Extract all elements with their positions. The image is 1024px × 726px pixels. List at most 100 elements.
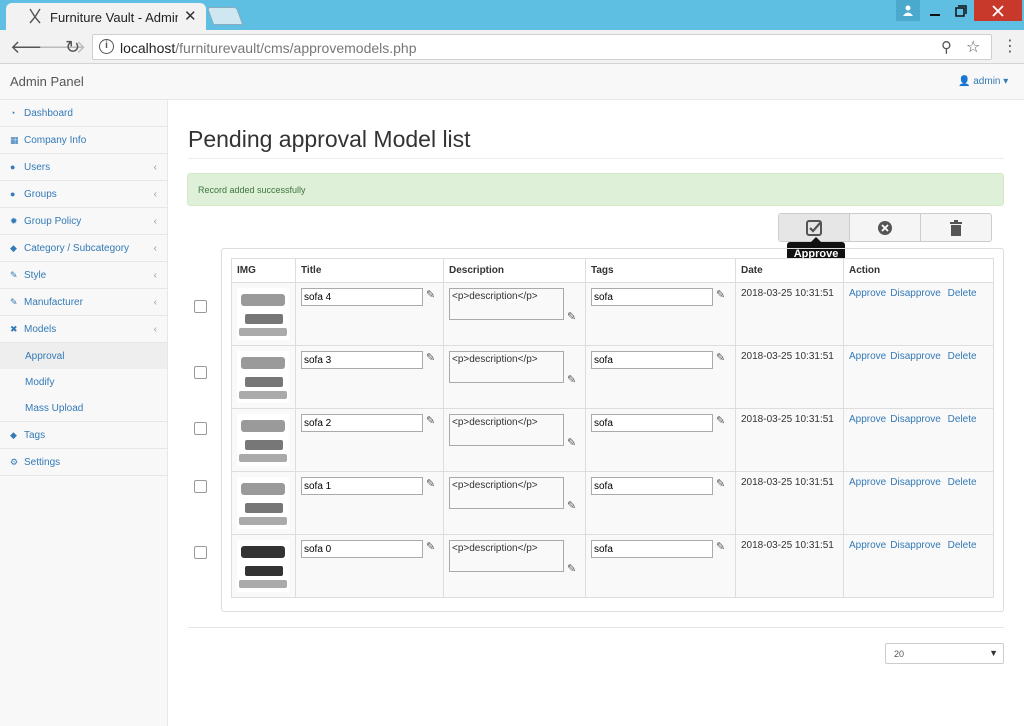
sidebar-subitem-approval[interactable]: Approval <box>0 343 167 369</box>
sidebar-item-models[interactable]: ✖ Models ‹ <box>0 316 167 343</box>
title-input[interactable] <box>301 477 423 495</box>
row-checkbox[interactable] <box>194 300 207 313</box>
sidebar-item-dashboard[interactable]: ◔ Dashboard <box>0 100 167 127</box>
tags-input[interactable] <box>591 414 713 432</box>
delete-link[interactable]: Delete <box>948 351 977 362</box>
sidebar-item-label: Users <box>24 161 51 173</box>
new-tab-button[interactable] <box>206 7 244 25</box>
disapprove-link[interactable]: Disapprove <box>890 540 941 551</box>
description-textarea[interactable]: <p>description</p> <box>449 288 564 320</box>
page-title: Pending approval Model list <box>188 126 471 152</box>
restore-icon[interactable] <box>948 0 974 21</box>
row-checkbox[interactable] <box>194 422 207 435</box>
sidebar-item-groups[interactable]: ● Groups ‹ <box>0 181 167 208</box>
edit-icon[interactable]: ✎ <box>567 310 576 323</box>
model-thumbnail[interactable] <box>237 477 289 529</box>
title-input[interactable] <box>301 414 423 432</box>
description-cell: <p>description</p> ✎ <box>443 345 586 409</box>
browser-toolbar: 🡐 🡒 ↻ i localhost/furniturevault/cms/app… <box>0 30 1024 64</box>
browser-tab[interactable]: Furniture Vault - Admin P ✕ <box>6 3 206 30</box>
row-checkbox[interactable] <box>194 546 207 559</box>
sidebar-subitem-mass-upload[interactable]: Mass Upload <box>0 395 167 421</box>
tags-input[interactable] <box>591 351 713 369</box>
approve-link[interactable]: Approve <box>849 540 886 551</box>
delete-link[interactable]: Delete <box>948 288 977 299</box>
browser-menu-icon[interactable]: ⋮ <box>1002 36 1018 56</box>
description-textarea[interactable]: <p>description</p> <box>449 540 564 572</box>
brand-title[interactable]: Admin Panel <box>10 74 84 89</box>
chevron-left-icon: ‹ <box>153 296 157 308</box>
tab-close-icon[interactable]: ✕ <box>184 7 197 25</box>
model-thumbnail[interactable] <box>237 414 289 466</box>
edit-icon[interactable]: ✎ <box>567 436 576 449</box>
sidebar-item-company-info[interactable]: ▦ Company Info <box>0 127 167 154</box>
model-thumbnail[interactable] <box>237 540 289 592</box>
disapprove-link[interactable]: Disapprove <box>890 351 941 362</box>
tags-cell: ✎ <box>585 408 736 472</box>
title-input[interactable] <box>301 351 423 369</box>
address-bar[interactable]: i localhost/furniturevault/cms/approvemo… <box>92 34 992 60</box>
edit-icon[interactable]: ✎ <box>716 351 725 364</box>
approve-link[interactable]: Approve <box>849 351 886 362</box>
site-info-icon[interactable]: i <box>99 39 114 54</box>
description-textarea[interactable]: <p>description</p> <box>449 351 564 383</box>
sidebar-item-group-policy[interactable]: ✹ Group Policy ‹ <box>0 208 167 235</box>
sidebar-item-users[interactable]: ● Users ‹ <box>0 154 167 181</box>
bottom-divider <box>188 627 1004 628</box>
row-checkbox[interactable] <box>194 366 207 379</box>
delete-link[interactable]: Delete <box>948 540 977 551</box>
zoom-icon[interactable]: ⚲ <box>941 38 952 56</box>
model-thumbnail[interactable] <box>237 288 289 340</box>
edit-icon[interactable]: ✎ <box>567 562 576 575</box>
sidebar-item-manufacturer[interactable]: ✎ Manufacturer ‹ <box>0 289 167 316</box>
delete-link[interactable]: Delete <box>948 414 977 425</box>
sidebar-item-style[interactable]: ✎ Style ‹ <box>0 262 167 289</box>
sidebar-item-category-subcategory[interactable]: ◆ Category / Subcategory ‹ <box>0 235 167 262</box>
sidebar-item-tags[interactable]: ◆ Tags <box>0 422 167 449</box>
edit-icon[interactable]: ✎ <box>567 499 576 512</box>
sidebar-subitem-modify[interactable]: Modify <box>0 369 167 395</box>
edit-icon[interactable]: ✎ <box>716 414 725 427</box>
user-menu[interactable]: 👤 admin ▾ <box>958 76 1008 87</box>
tags-input[interactable] <box>591 288 713 306</box>
app-header: Admin Panel 👤 admin ▾ <box>0 64 1024 100</box>
table-row: ✎<p>description</p>✎✎2018-03-25 10:31:51… <box>231 345 994 409</box>
approve-link[interactable]: Approve <box>849 477 886 488</box>
bookmark-star-icon[interactable]: ☆ <box>966 37 980 57</box>
minimize-icon[interactable] <box>922 0 948 21</box>
disapprove-link[interactable]: Disapprove <box>890 477 941 488</box>
profile-icon[interactable] <box>896 0 920 21</box>
title-input[interactable] <box>301 540 423 558</box>
bulk-delete-button[interactable] <box>921 214 991 241</box>
description-textarea[interactable]: <p>description</p> <box>449 414 564 446</box>
window-close-icon[interactable] <box>974 0 1022 21</box>
sidebar-item-settings[interactable]: ⚙ Settings <box>0 449 167 476</box>
model-thumbnail[interactable] <box>237 351 289 403</box>
approve-link[interactable]: Approve <box>849 414 886 425</box>
tags-input[interactable] <box>591 540 713 558</box>
title-cell: ✎ <box>295 471 444 535</box>
edit-icon[interactable]: ✎ <box>426 414 435 427</box>
reload-icon[interactable]: ↻ <box>65 37 80 58</box>
edit-icon[interactable]: ✎ <box>716 477 725 490</box>
row-checkbox[interactable] <box>194 480 207 493</box>
tag-icon: ◆ <box>10 242 17 253</box>
tags-input[interactable] <box>591 477 713 495</box>
bulk-disapprove-button[interactable] <box>850 214 921 241</box>
edit-icon[interactable]: ✎ <box>426 477 435 490</box>
edit-icon[interactable]: ✎ <box>426 288 435 301</box>
description-textarea[interactable]: <p>description</p> <box>449 477 564 509</box>
delete-link[interactable]: Delete <box>948 477 977 488</box>
edit-icon[interactable]: ✎ <box>426 351 435 364</box>
disapprove-link[interactable]: Disapprove <box>890 414 941 425</box>
edit-icon[interactable]: ✎ <box>716 288 725 301</box>
title-cell: ✎ <box>295 534 444 598</box>
approve-link[interactable]: Approve <box>849 288 886 299</box>
disapprove-link[interactable]: Disapprove <box>890 288 941 299</box>
title-input[interactable] <box>301 288 423 306</box>
edit-icon[interactable]: ✎ <box>567 373 576 386</box>
edit-icon[interactable]: ✎ <box>716 540 725 553</box>
title-divider <box>188 158 1004 159</box>
page-size-select[interactable]: 20 ▼ <box>885 643 1004 664</box>
edit-icon[interactable]: ✎ <box>426 540 435 553</box>
